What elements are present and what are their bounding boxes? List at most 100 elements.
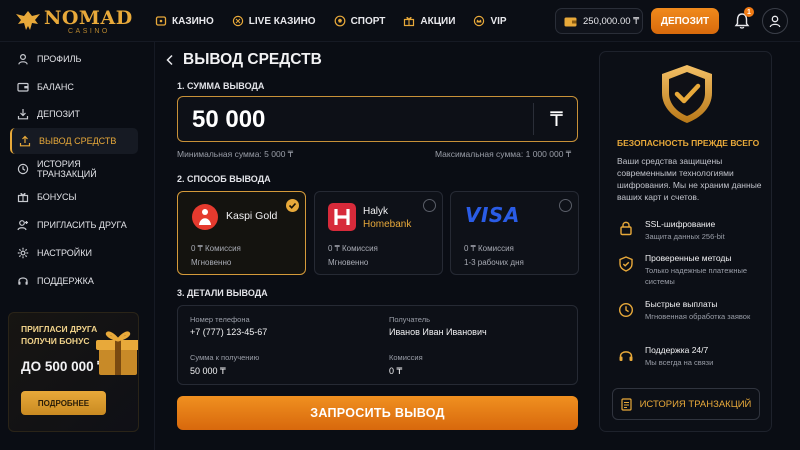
shield-check-icon xyxy=(619,256,633,272)
promo-line2: ПОЛУЧИ БОНУС xyxy=(21,336,90,346)
method-fee: 0 ₸ Комиссия xyxy=(328,244,378,253)
sidebar-item-label: ВЫВОД СРЕДСТВ xyxy=(39,136,117,146)
feature-subtitle: Только надежные платежные системы xyxy=(645,266,748,286)
user-icon xyxy=(769,15,781,28)
method-card-visa[interactable]: VISA 0 ₸ Комиссия 1-3 рабочих дня xyxy=(450,191,579,275)
checkmark-icon xyxy=(286,199,299,212)
receive-value: 50 000 ₸ xyxy=(190,366,226,376)
deposit-button[interactable]: ДЕПОЗИТ xyxy=(651,8,719,34)
sidebar-item-label: БОНУСЫ xyxy=(37,192,77,202)
sidebar: ПРОФИЛЬ БАЛАНС ДЕПОЗИТ ВЫВОД СРЕДСТВ ИСТ… xyxy=(0,42,155,450)
feature-title: Проверенные методы xyxy=(645,253,732,263)
divider xyxy=(533,103,534,135)
history-button-label: ИСТОРИЯ ТРАНЗАКЦИЙ xyxy=(639,398,752,410)
sidebar-item-history[interactable]: ИСТОРИЯ ТРАНЗАКЦИЙ xyxy=(10,156,138,182)
recipient-label: Получатель xyxy=(389,315,430,324)
top-header: NOMAD CASINO КАЗИНО LIVE КАЗИНО СПОРТ АК… xyxy=(0,0,800,42)
sidebar-item-settings[interactable]: НАСТРОЙКИ xyxy=(10,240,138,266)
shield-check-icon xyxy=(662,65,712,123)
sidebar-item-label: ПОДДЕРЖКА xyxy=(37,276,94,286)
logo[interactable]: NOMAD CASINO xyxy=(14,6,132,38)
security-title: БЕЗОПАСНОСТЬ ПРЕЖДЕ ВСЕГО xyxy=(617,138,760,148)
sidebar-item-label: ПРИГЛАСИТЬ ДРУГА xyxy=(37,220,127,230)
phone-value: +7 (777) 123-45-67 xyxy=(190,327,268,337)
recipient-value: Иванов Иван Иванович xyxy=(389,327,487,337)
visa-logo: VISA xyxy=(465,203,520,227)
sidebar-item-invite[interactable]: ПРИГЛАСИТЬ ДРУГА xyxy=(10,212,138,238)
nav-sport[interactable]: СПОРТ xyxy=(334,15,386,27)
history-icon xyxy=(17,163,29,175)
headset-icon xyxy=(619,351,633,361)
method-section-title: 2. СПОСОБ ВЫВОДА xyxy=(177,174,271,184)
sidebar-item-profile[interactable]: ПРОФИЛЬ xyxy=(10,46,138,72)
method-time: Мгновенно xyxy=(191,258,232,267)
gift-icon xyxy=(404,17,415,27)
feature-subtitle: Мы всегда на связи xyxy=(645,358,714,367)
live-icon xyxy=(232,15,243,27)
amount-section-title: 1. СУММА ВЫВОДА xyxy=(177,81,265,91)
sidebar-item-withdraw[interactable]: ВЫВОД СРЕДСТВ xyxy=(10,128,138,154)
min-amount-text: Минимальная сумма: 5 000 ₸ xyxy=(177,149,294,159)
kaspi-logo-icon xyxy=(192,204,218,230)
nav-vip[interactable]: VIP xyxy=(473,15,507,27)
balance-display[interactable]: 250,000.00 ₸ xyxy=(555,8,643,34)
nav-label: СПОРТ xyxy=(350,15,386,27)
fee-label: Комиссия xyxy=(389,353,423,362)
sidebar-item-label: ИСТОРИЯ ТРАНЗАКЦИЙ xyxy=(37,159,97,179)
sidebar-item-label: НАСТРОЙКИ xyxy=(37,248,92,258)
invite-promo-card: ПРИГЛАСИ ДРУГА ПОЛУЧИ БОНУС ДО 500 000 ₸… xyxy=(8,312,139,432)
halyk-logo-icon xyxy=(328,203,356,231)
chevron-left-icon[interactable] xyxy=(165,54,175,66)
radio-button[interactable] xyxy=(423,199,436,212)
page-title: ВЫВОД СРЕДСТВ xyxy=(183,51,322,68)
method-fee: 0 ₸ Комиссия xyxy=(464,244,514,253)
nav-label: АКЦИИ xyxy=(420,15,456,27)
promo-line1: ПРИГЛАСИ ДРУГА xyxy=(21,324,98,334)
nav-label: VIP xyxy=(490,15,507,27)
sidebar-item-balance[interactable]: БАЛАНС xyxy=(10,74,138,100)
promo-details-button[interactable]: ПОДРОБНЕЕ xyxy=(21,391,106,415)
upload-icon xyxy=(19,135,31,147)
radio-button[interactable] xyxy=(559,199,572,212)
nav-label: КАЗИНО xyxy=(172,15,214,27)
soccer-ball-icon xyxy=(334,15,345,27)
notification-badge: 1 xyxy=(744,7,754,17)
currency-symbol: ₸ xyxy=(550,108,563,131)
method-time: 1-3 рабочих дня xyxy=(464,258,524,267)
nav-label: LIVE КАЗИНО xyxy=(248,15,316,27)
amount-input[interactable]: 50 000 xyxy=(192,106,265,134)
document-icon xyxy=(620,397,632,411)
receive-label: Сумма к получению xyxy=(190,353,260,362)
feature-title: Быстрые выплаты xyxy=(645,299,718,309)
request-withdrawal-button[interactable]: ЗАПРОСИТЬ ВЫВОД xyxy=(177,396,578,430)
method-time: Мгновенно xyxy=(328,258,369,267)
clock-icon xyxy=(618,302,634,318)
phone-label: Номер телефона xyxy=(190,315,250,324)
feature-title: Поддержка 24/7 xyxy=(645,345,709,355)
details-section-title: 3. ДЕТАЛИ ВЫВОДА xyxy=(177,288,268,298)
gear-icon xyxy=(17,247,29,259)
fee-value: 0 ₸ xyxy=(389,366,403,376)
nav-promotions[interactable]: АКЦИИ xyxy=(403,15,455,27)
main-nav: КАЗИНО LIVE КАЗИНО СПОРТ АКЦИИ VIP xyxy=(155,0,507,42)
logo-text: NOMAD xyxy=(44,7,133,29)
download-icon xyxy=(17,109,29,120)
casino-icon xyxy=(155,16,167,26)
feature-subtitle: Мгновенная обработка заявок xyxy=(645,312,751,321)
sidebar-item-deposit[interactable]: ДЕПОЗИТ xyxy=(10,101,138,127)
nav-live-casino[interactable]: LIVE КАЗИНО xyxy=(232,15,316,27)
max-amount-text: Максимальная сумма: 1 000 000 ₸ xyxy=(435,149,572,159)
sidebar-item-label: БАЛАНС xyxy=(37,82,74,92)
nav-casino[interactable]: КАЗИНО xyxy=(155,15,214,27)
user-icon xyxy=(18,53,28,65)
amount-field[interactable]: 50 000 ₸ xyxy=(177,96,578,142)
avatar[interactable] xyxy=(762,8,788,34)
sidebar-item-support[interactable]: ПОДДЕРЖКА xyxy=(10,268,138,294)
method-name: Halyk xyxy=(363,206,389,217)
feature-title: SSL-шифрование xyxy=(645,219,716,229)
withdrawal-details: Номер телефона +7 (777) 123-45-67 Получа… xyxy=(177,305,578,385)
sidebar-item-bonuses[interactable]: БОНУСЫ xyxy=(10,184,138,210)
method-card-kaspi[interactable]: Kaspi Gold 0 ₸ Комиссия Мгновенно xyxy=(177,191,306,275)
transaction-history-button[interactable]: ИСТОРИЯ ТРАНЗАКЦИЙ xyxy=(612,388,760,420)
method-card-halyk[interactable]: Halyk Homebank 0 ₸ Комиссия Мгновенно xyxy=(314,191,443,275)
